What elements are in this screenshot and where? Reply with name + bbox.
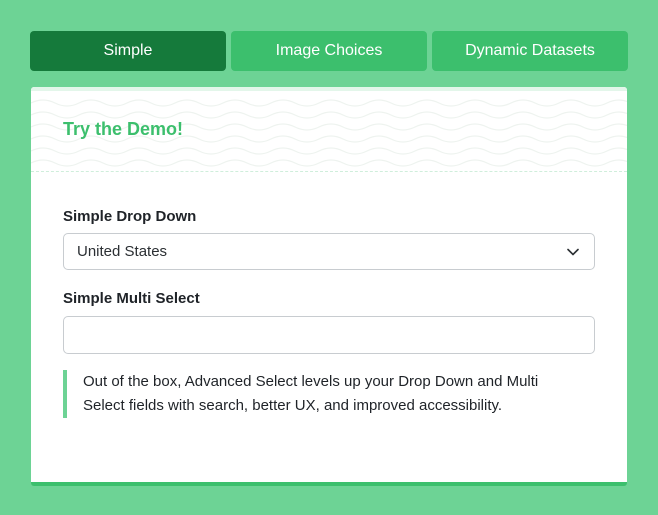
demo-card: Try the Demo! Simple Drop Down United St… [31, 87, 627, 486]
tab-simple[interactable]: Simple [30, 31, 226, 71]
dropdown-label: Simple Drop Down [63, 208, 197, 225]
simple-dropdown[interactable]: United States [63, 233, 595, 270]
card-title: Try the Demo! [63, 119, 184, 139]
chevron-down-icon [567, 248, 579, 256]
card-header: Try the Demo! [31, 87, 627, 172]
tab-image-choices[interactable]: Image Choices [231, 31, 427, 71]
multi-select-label: Simple Multi Select [63, 290, 200, 307]
demo-tabs: Simple Image Choices Dynamic Datasets [30, 31, 628, 71]
simple-multi-select[interactable] [63, 316, 595, 354]
dropdown-selected-value: United States [77, 243, 168, 260]
tab-dynamic-datasets[interactable]: Dynamic Datasets [432, 31, 628, 71]
info-note: Out of the box, Advanced Select levels u… [63, 370, 583, 418]
